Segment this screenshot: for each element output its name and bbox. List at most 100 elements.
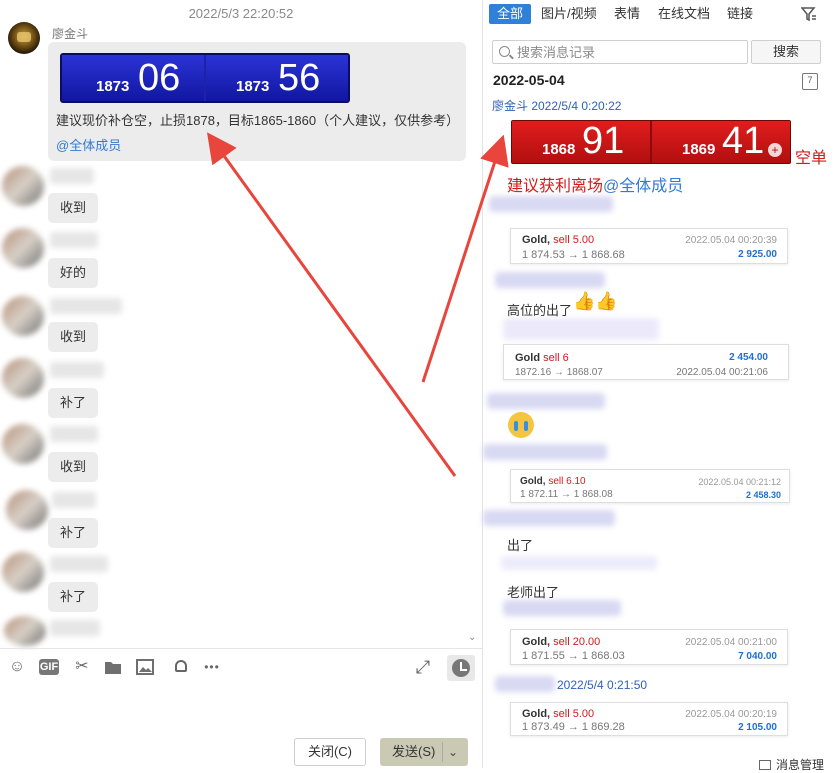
sender-name <box>489 196 613 212</box>
trade-card[interactable]: Gold, sell 20.00 1 871.55 → 1 868.03 202… <box>510 629 788 665</box>
folder-icon[interactable] <box>103 657 123 677</box>
chat-window: 2022/5/3 22:20:52 廖金斗 1873 06 1873 56 建议… <box>0 0 482 768</box>
message-text: 老师出了 <box>507 585 560 600</box>
reply-message: 补了 <box>48 582 99 612</box>
scroll-down-icon[interactable]: ⌄ <box>468 632 476 643</box>
gif-icon[interactable]: GIF <box>39 659 59 675</box>
sender-name <box>495 676 555 692</box>
sender-name <box>50 620 100 636</box>
chevron-down-icon[interactable]: ⌄ <box>448 738 458 766</box>
tab-all[interactable]: 全部 <box>489 4 532 24</box>
bid-small: 1868 <box>542 141 576 158</box>
search-icon <box>499 46 510 57</box>
avatar[interactable] <box>2 552 44 592</box>
plus-icon[interactable]: + <box>768 143 782 157</box>
reply-message: 补了 <box>48 388 99 418</box>
search-box <box>492 40 748 64</box>
avatar[interactable] <box>2 358 44 398</box>
avatar[interactable] <box>4 616 46 646</box>
reply-message: 收到 <box>48 322 99 352</box>
filter-icon[interactable] <box>801 6 817 22</box>
trade-profit: 2 925.00 <box>738 249 777 260</box>
trade-profit: 7 040.00 <box>738 651 777 662</box>
reply-message: 收到 <box>48 193 99 223</box>
search-input[interactable] <box>515 43 743 61</box>
tab-links[interactable]: 链接 <box>727 4 753 24</box>
avatar[interactable] <box>2 228 44 268</box>
avatar[interactable] <box>2 166 44 206</box>
tab-media[interactable]: 图片/视频 <box>541 4 597 24</box>
bell-icon[interactable] <box>170 657 190 677</box>
tab-stickers[interactable]: 表情 <box>614 4 640 24</box>
trade-profit: 2 458.30 <box>745 490 781 500</box>
close-button[interactable]: 关闭(C) <box>294 738 366 766</box>
ask-big: 41 <box>722 120 765 162</box>
sender-name <box>52 492 96 508</box>
trade-symbol: Gold, sell 6.10 <box>520 476 586 487</box>
trade-card[interactable]: Gold, sell 5.00 1 873.49 → 1 869.28 2022… <box>510 702 788 736</box>
expand-icon[interactable]: ⤢ <box>413 657 433 677</box>
trade-prices: 1 874.53 → 1 868.68 <box>522 249 625 261</box>
bid-big: 91 <box>582 120 625 162</box>
history-panel: 全部 图片/视频 表情 在线文档 链接 搜索 2022-05-04 7 廖金斗 … <box>482 0 834 772</box>
more-icon[interactable]: ••• <box>200 657 224 677</box>
avatar[interactable] <box>2 424 44 464</box>
trade-prices: 1 871.55 → 1 868.03 <box>522 650 625 662</box>
quote-image[interactable]: 1873 06 1873 56 <box>60 53 350 103</box>
emoji-icon[interactable]: ☺ <box>7 657 27 677</box>
separator <box>442 742 443 762</box>
trade-symbol: Gold sell 6 <box>515 352 569 364</box>
mention-link[interactable]: @全体成员 <box>56 138 121 153</box>
trade-card[interactable]: Gold, sell 6.10 1 872.11 → 1 868.08 2022… <box>510 469 790 503</box>
reply-message: 好的 <box>48 258 99 288</box>
sender-line: 廖金斗 2022/5/4 0:20:22 <box>492 99 622 113</box>
sender-name <box>50 362 104 378</box>
avatar[interactable] <box>8 22 40 54</box>
quote-image[interactable]: 1868 91 1869 41 + <box>511 120 791 164</box>
sender-name <box>487 393 605 409</box>
send-button[interactable]: 发送(S) ⌄ <box>380 738 468 766</box>
search-button[interactable]: 搜索 <box>751 40 821 64</box>
date-header: 2022-05-04 <box>493 72 565 88</box>
sender-name <box>501 556 657 570</box>
message-body: 建议获利离场 <box>507 178 604 195</box>
avatar[interactable] <box>6 490 48 530</box>
message-text: 出了 <box>507 538 534 553</box>
trade-prices: 1 872.11 → 1 868.08 <box>520 489 613 500</box>
sender-name <box>50 232 98 248</box>
mention-link[interactable]: @全体成员 <box>603 178 683 195</box>
clock-icon[interactable] <box>447 655 475 681</box>
message-manage-button[interactable]: 消息管理 <box>776 756 824 773</box>
quote-ask: 1869 41 + <box>652 120 790 163</box>
bid-small: 1873 <box>96 78 130 95</box>
calendar-icon[interactable]: 7 <box>802 73 818 90</box>
ask-small: 1873 <box>236 78 270 95</box>
trade-time: 2022.05.04 00:21:12 <box>698 477 781 487</box>
image-icon[interactable] <box>135 657 155 677</box>
ask-small: 1869 <box>682 141 716 158</box>
sender-name: 廖金斗 <box>52 27 89 41</box>
trade-symbol: Gold, sell 20.00 <box>522 636 601 648</box>
trade-symbol: Gold, sell 5.00 <box>522 708 595 720</box>
input-toolbar: ☺ GIF ✂ ••• ⤢ <box>0 648 482 684</box>
sender-name <box>50 556 108 572</box>
avatar[interactable] <box>2 296 44 336</box>
reply-message: 收到 <box>48 452 99 482</box>
bid-big: 06 <box>138 57 181 99</box>
quote-bid: 1873 06 <box>62 55 204 101</box>
scissors-icon[interactable]: ✂ <box>72 657 92 677</box>
trade-profit: 2 454.00 <box>729 352 768 363</box>
trade-card[interactable]: Gold, sell 5.00 1 874.53 → 1 868.68 2022… <box>510 228 788 264</box>
trade-card[interactable]: Gold sell 6 1872.16 → 1868.07 2 454.00 2… <box>503 344 789 380</box>
message-text: 建议获利离场@全体成员 <box>507 172 683 196</box>
trade-time: 2022.05.04 00:21:06 <box>676 367 768 378</box>
tab-bar: 全部 图片/视频 表情 在线文档 链接 <box>483 0 834 30</box>
thumbs-up-icon: 👍👍 <box>573 291 618 311</box>
tab-docs[interactable]: 在线文档 <box>658 4 710 24</box>
trade-symbol: Gold, sell 5.00 <box>522 234 595 246</box>
message-manage-icon[interactable] <box>759 760 771 770</box>
ask-big: 56 <box>278 57 321 99</box>
quote-bid: 1868 91 <box>512 120 650 163</box>
trade-time: 2022.05.04 00:20:19 <box>685 709 777 720</box>
sender-name <box>483 444 607 460</box>
